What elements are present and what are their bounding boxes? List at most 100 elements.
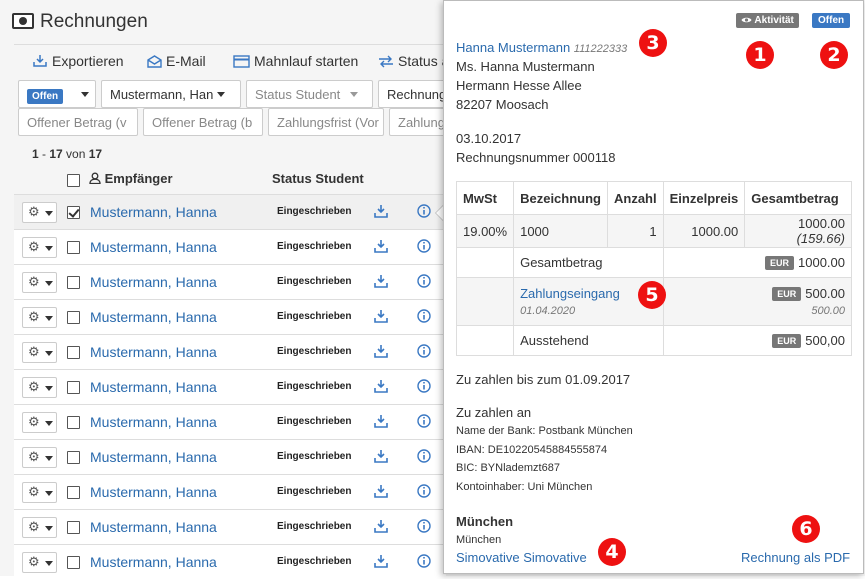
row-checkbox[interactable] [67,416,80,429]
payment-filter-placeholder: Zahlung [398,115,445,130]
row-actions-dropdown[interactable]: ⚙ [22,377,57,398]
download-icon[interactable] [373,449,389,464]
info-icon[interactable] [417,309,431,323]
row-actions-dropdown[interactable]: ⚙ [22,342,57,363]
payment-filter-input[interactable]: Zahlung [389,108,449,136]
download-icon[interactable] [373,309,389,324]
table-row[interactable]: ⚙ Mustermann, Hanna Eingeschrieben [14,369,446,404]
row-checkbox[interactable] [67,241,80,254]
recipient-link[interactable]: Mustermann, Hanna [90,274,217,290]
info-icon[interactable] [417,449,431,463]
items-header-row: MwSt Bezeichnung Anzahl Einzelpreis Gesa… [455,181,852,215]
recipient-link[interactable]: Mustermann, Hanna [90,519,217,535]
download-icon[interactable] [373,274,389,289]
table-row[interactable]: ⚙ Mustermann, Hanna Eingeschrieben [14,509,446,544]
info-icon[interactable] [417,484,431,498]
due-date-input[interactable]: Zahlungsfrist (Vor [268,108,384,136]
download-icon[interactable] [373,414,389,429]
table-row[interactable]: ⚙ Mustermann, Hanna Eingeschrieben [14,439,446,474]
recipient-link[interactable]: Mustermann, Hanna [90,239,217,255]
row-checkbox[interactable] [67,206,80,219]
download-icon[interactable] [373,344,389,359]
recipient-link[interactable]: Mustermann, Hanna [90,554,217,570]
invoice-filter[interactable]: Rechnung [378,80,448,108]
row-checkbox[interactable] [67,311,80,324]
dunning-button[interactable]: Mahnlauf starten [233,53,358,69]
chevron-down-icon [45,281,53,286]
download-icon[interactable] [373,554,389,569]
issuer-link[interactable]: Simovative Simovative [456,550,587,565]
header-total: Gesamtbetrag [744,181,852,215]
info-icon[interactable] [417,274,431,288]
recipient-filter-dropdown[interactable]: Mustermann, Han [101,80,241,108]
row-checkbox[interactable] [67,451,80,464]
open-amount-from-input[interactable]: Offener Betrag (v [18,108,138,136]
recipient-link[interactable]: Mustermann, Hanna [90,484,217,500]
download-icon[interactable] [373,204,389,219]
recipient-link[interactable]: Mustermann, Hanna [90,379,217,395]
recipient-link[interactable]: Mustermann, Hanna [90,414,217,430]
recipient-name-link[interactable]: Hanna Mustermann [456,40,570,55]
row-actions-dropdown[interactable]: ⚙ [22,272,57,293]
row-actions-dropdown[interactable]: ⚙ [22,307,57,328]
row-checkbox[interactable] [67,486,80,499]
download-icon[interactable] [373,379,389,394]
table-header: Empfänger Status Student [18,168,448,192]
pay-to-heading: Zu zahlen an [456,405,532,420]
table-row[interactable]: ⚙ Mustermann, Hanna Eingeschrieben [14,264,446,299]
export-button[interactable]: Exportieren [32,53,124,69]
row-actions-dropdown[interactable]: ⚙ [22,412,57,433]
download-icon[interactable] [373,484,389,499]
row-actions-dropdown[interactable]: ⚙ [22,237,57,258]
table-row[interactable]: ⚙ Mustermann, Hanna Eingeschrieben [14,194,446,229]
row-checkbox[interactable] [67,521,80,534]
table-row[interactable]: ⚙ Mustermann, Hanna Eingeschrieben [14,474,446,509]
column-recipient[interactable]: Empfänger [89,171,173,186]
row-actions-dropdown[interactable]: ⚙ [22,447,57,468]
row-checkbox[interactable] [67,346,80,359]
table-row[interactable]: ⚙ Mustermann, Hanna Eingeschrieben [14,299,446,334]
info-icon[interactable] [417,554,431,568]
student-status: Eingeschrieben [277,311,352,322]
recipient-link[interactable]: Mustermann, Hanna [90,449,217,465]
column-student-status[interactable]: Status Student [272,171,364,186]
row-actions-dropdown[interactable]: ⚙ [22,202,57,223]
total-value: 1000.00 [798,255,845,270]
table-row[interactable]: ⚙ Mustermann, Hanna Eingeschrieben [14,404,446,439]
table-row[interactable]: ⚙ Mustermann, Hanna Eingeschrieben [14,544,446,579]
download-icon[interactable] [373,519,389,534]
info-icon[interactable] [417,239,431,253]
info-icon[interactable] [417,344,431,358]
invoice-status-badge[interactable]: Offen [812,13,851,28]
invoice-pdf-link[interactable]: Rechnung als PDF [741,550,850,565]
row-actions-dropdown[interactable]: ⚙ [22,552,57,573]
payment-link[interactable]: Zahlungseingang [520,286,657,301]
row-actions-dropdown[interactable]: ⚙ [22,482,57,503]
info-icon[interactable] [417,414,431,428]
select-all-checkbox[interactable] [67,174,80,187]
info-icon[interactable] [417,379,431,393]
email-button[interactable]: E-Mail [147,53,206,69]
open-amount-to-input[interactable]: Offener Betrag (b [143,108,263,136]
status-filter-dropdown[interactable]: Offen [18,80,96,108]
table-row[interactable]: ⚙ Mustermann, Hanna Eingeschrieben [14,334,446,369]
info-icon[interactable] [417,204,431,218]
download-icon[interactable] [373,239,389,254]
header-quantity: Anzahl [607,181,664,215]
gear-icon: ⚙ [28,449,40,464]
gear-icon: ⚙ [28,554,40,569]
row-checkbox[interactable] [67,556,80,569]
chevron-down-icon [45,526,53,531]
table-row[interactable]: ⚙ Mustermann, Hanna Eingeschrieben [14,229,446,264]
student-status: Eingeschrieben [277,451,352,462]
info-icon[interactable] [417,519,431,533]
status-button[interactable]: Status a [378,53,449,69]
row-checkbox[interactable] [67,381,80,394]
student-status-filter[interactable]: Status Student [246,80,373,108]
recipient-link[interactable]: Mustermann, Hanna [90,309,217,325]
activity-button[interactable]: Aktivität [736,13,799,28]
recipient-link[interactable]: Mustermann, Hanna [90,204,217,220]
row-checkbox[interactable] [67,276,80,289]
row-actions-dropdown[interactable]: ⚙ [22,517,57,538]
recipient-link[interactable]: Mustermann, Hanna [90,344,217,360]
